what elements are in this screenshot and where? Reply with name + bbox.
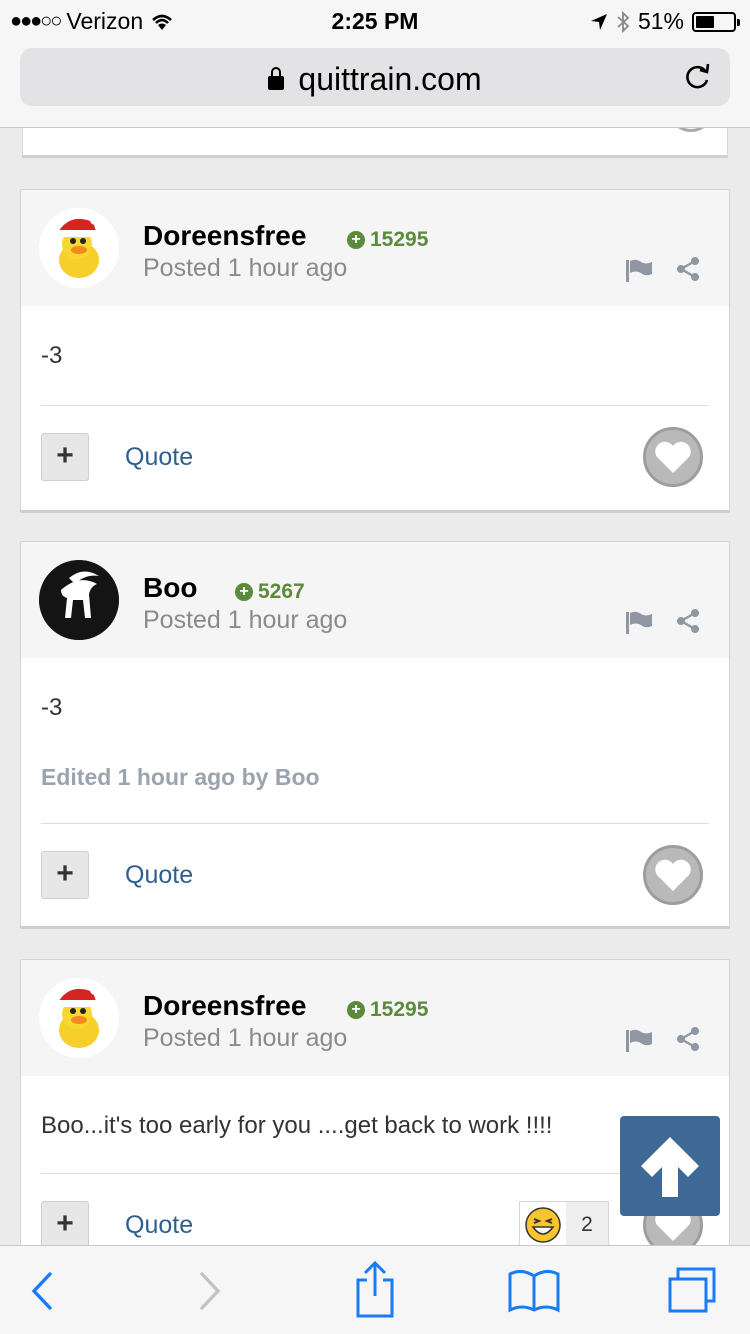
reputation-badge: + 15295 <box>347 228 428 252</box>
lock-icon <box>268 67 285 90</box>
reaction-count: 2 <box>566 1202 608 1245</box>
reaction-badge[interactable]: 2 <box>519 1201 609 1245</box>
reputation-count: 5267 <box>258 580 305 603</box>
divider <box>41 823 709 824</box>
post-card: Doreensfree + 15295 Posted 1 hour ago -3… <box>20 189 730 513</box>
add-reaction-button[interactable]: + <box>41 1201 89 1245</box>
quote-link[interactable]: Quote <box>125 443 193 472</box>
bluetooth-icon <box>617 10 630 33</box>
status-bar: ●●●○○ Verizon 2:25 PM 51% <box>0 0 750 42</box>
add-reaction-button[interactable]: + <box>41 851 89 899</box>
location-arrow-icon <box>590 13 607 30</box>
plus-circle-icon: + <box>347 1001 365 1019</box>
previous-post-card <box>22 128 728 158</box>
reputation-badge: + 5267 <box>235 580 305 604</box>
browser-address-area: quittrain.com <box>0 42 750 128</box>
post-body: -3 Edited 1 hour ago by Boo <box>21 658 729 791</box>
reputation-count: 15295 <box>370 228 429 251</box>
duck-avatar-icon <box>46 215 100 278</box>
username[interactable]: Doreensfree <box>143 990 306 1022</box>
divider <box>41 1173 709 1174</box>
like-button[interactable] <box>643 845 703 905</box>
flag-icon[interactable] <box>625 610 653 634</box>
tabs-icon[interactable] <box>664 1266 720 1316</box>
share-icon[interactable] <box>675 256 701 282</box>
post-header: Doreensfree + 15295 Posted 1 hour ago <box>21 960 729 1076</box>
edited-note: Edited 1 hour ago by Boo <box>41 764 320 790</box>
url-text: quittrain.com <box>298 61 482 97</box>
heart-icon <box>655 859 691 891</box>
post-text: Boo...it's too early for you ....get bac… <box>41 1112 553 1139</box>
scroll-to-top-button[interactable] <box>620 1116 720 1216</box>
post-card: Boo + 5267 Posted 1 hour ago -3 Edited 1… <box>20 541 730 929</box>
arrow-up-icon <box>641 1137 699 1197</box>
browser-toolbar <box>0 1245 750 1334</box>
divider <box>41 405 709 406</box>
quote-link[interactable]: Quote <box>125 861 193 890</box>
post-timestamp: Posted 1 hour ago <box>143 1024 348 1052</box>
share-icon[interactable] <box>675 1026 701 1052</box>
battery-percent: 51% <box>637 8 684 34</box>
post-header: Doreensfree + 15295 Posted 1 hour ago <box>21 190 729 306</box>
post-body: -3 <box>21 306 729 370</box>
address-bar[interactable]: quittrain.com <box>20 48 730 106</box>
heart-icon <box>655 441 691 473</box>
quote-link[interactable]: Quote <box>125 1211 193 1240</box>
page-content: Doreensfree + 15295 Posted 1 hour ago -3… <box>0 128 750 1245</box>
laughing-emoji-icon <box>525 1207 561 1243</box>
reputation-badge: + 15295 <box>347 998 428 1022</box>
post-timestamp: Posted 1 hour ago <box>143 254 348 282</box>
avatar[interactable] <box>39 978 119 1058</box>
username[interactable]: Doreensfree <box>143 220 306 252</box>
chevron-left-icon[interactable] <box>14 1266 70 1316</box>
battery-icon <box>692 11 740 32</box>
post-header: Boo + 5267 Posted 1 hour ago <box>21 542 729 658</box>
plus-circle-icon: + <box>347 231 365 249</box>
plus-circle-icon: + <box>235 583 253 601</box>
post-timestamp: Posted 1 hour ago <box>143 606 348 634</box>
chevron-right-icon[interactable] <box>182 1266 238 1316</box>
username[interactable]: Boo <box>143 572 197 604</box>
share-icon[interactable] <box>347 1260 403 1318</box>
avatar[interactable] <box>39 560 119 640</box>
add-reaction-button[interactable]: + <box>41 433 89 481</box>
share-icon[interactable] <box>675 608 701 634</box>
flag-icon[interactable] <box>625 258 653 282</box>
like-button[interactable] <box>643 427 703 487</box>
goat-avatar-icon <box>39 560 119 640</box>
reputation-count: 15295 <box>370 998 429 1021</box>
book-icon[interactable] <box>506 1266 562 1316</box>
post-text: -3 <box>41 694 63 721</box>
flag-icon[interactable] <box>625 1028 653 1052</box>
avatar[interactable] <box>39 208 119 288</box>
post-text: -3 <box>41 342 63 369</box>
reload-icon[interactable] <box>680 60 714 94</box>
duck-avatar-icon <box>46 985 100 1048</box>
